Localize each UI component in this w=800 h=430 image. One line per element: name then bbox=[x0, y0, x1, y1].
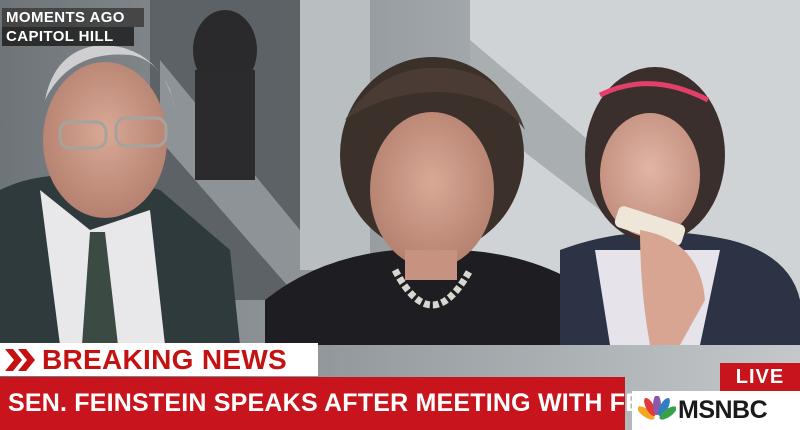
location-bug: MOMENTS AGO CAPITOL HILL bbox=[2, 8, 152, 46]
live-badge: LIVE bbox=[720, 363, 800, 391]
double-chevron-icon bbox=[0, 343, 40, 376]
bug-moments-ago: MOMENTS AGO bbox=[2, 8, 144, 27]
peacock-logo-icon bbox=[638, 395, 676, 426]
live-label: LIVE bbox=[735, 365, 785, 388]
breaking-news-label: BREAKING NEWS bbox=[42, 344, 288, 375]
network-name: MSNBC bbox=[678, 396, 768, 424]
video-frame: MOMENTS AGO CAPITOL HILL BREAKING NEWS S… bbox=[0, 0, 800, 430]
headline-bar: SEN. FEINSTEIN SPEAKS AFTER MEETING WITH… bbox=[0, 377, 789, 430]
breaking-news-tag: BREAKING NEWS bbox=[0, 343, 318, 376]
bug-capitol-hill: CAPITOL HILL bbox=[2, 27, 134, 46]
network-logo: MSNBC bbox=[632, 391, 800, 430]
